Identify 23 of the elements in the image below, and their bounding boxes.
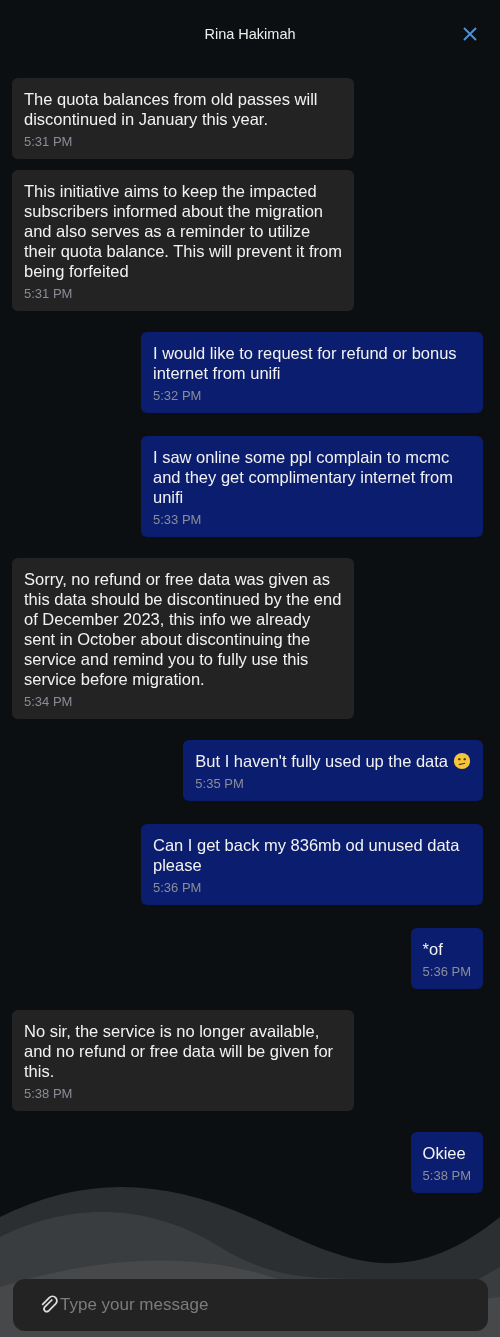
message-time: 5:32 PM — [153, 388, 203, 403]
close-icon[interactable] — [462, 26, 478, 42]
message-time: 5:38 PM — [24, 1086, 74, 1101]
message-text: Can I get back my 836mb od unused data please — [153, 835, 461, 875]
message-text: I would like to request for refund or bonus internet from unifi — [153, 343, 458, 383]
message-text: But I haven't fully used up the data — [195, 751, 471, 771]
message-time: 5:36 PM — [422, 964, 471, 979]
message-time: 5:35 PM — [195, 776, 245, 791]
message-text: This initiative aims to keep the impacted subscribers informed about the migration and also serves as a reminder to utilize their quota balance. This will prevent it from being forfeited — [24, 181, 342, 281]
message-input[interactable]: Type your message — [13, 1279, 488, 1331]
message-time: 5:34 PM — [24, 694, 74, 709]
message-text: Sorry, no refund or free data was given as this data should be discontinued by the end of December 2023, this info we already sent in October about discontinuing the service and remind you to fully use this service before migration. — [24, 569, 342, 689]
message-time: 5:33 PM — [153, 512, 203, 527]
message-text: No sir, the service is no longer available, and no refund or free data will be given for this. — [24, 1021, 335, 1081]
message-text: The quota balances from old passes will discontinued in January this year. — [24, 89, 319, 129]
contact-name: Rina Hakimah — [204, 26, 296, 42]
message-time: 5:31 PM — [24, 286, 74, 301]
message-time: 5:31 PM — [24, 134, 74, 149]
message-text: Okiee — [422, 1143, 467, 1163]
message-text: I saw online some ppl complain to mcmc and they get complimentary internet from unifi — [153, 447, 454, 507]
message-time: 5:36 PM — [153, 880, 203, 895]
message-time: 5:38 PM — [422, 1168, 471, 1183]
message-text: *of — [422, 939, 444, 959]
